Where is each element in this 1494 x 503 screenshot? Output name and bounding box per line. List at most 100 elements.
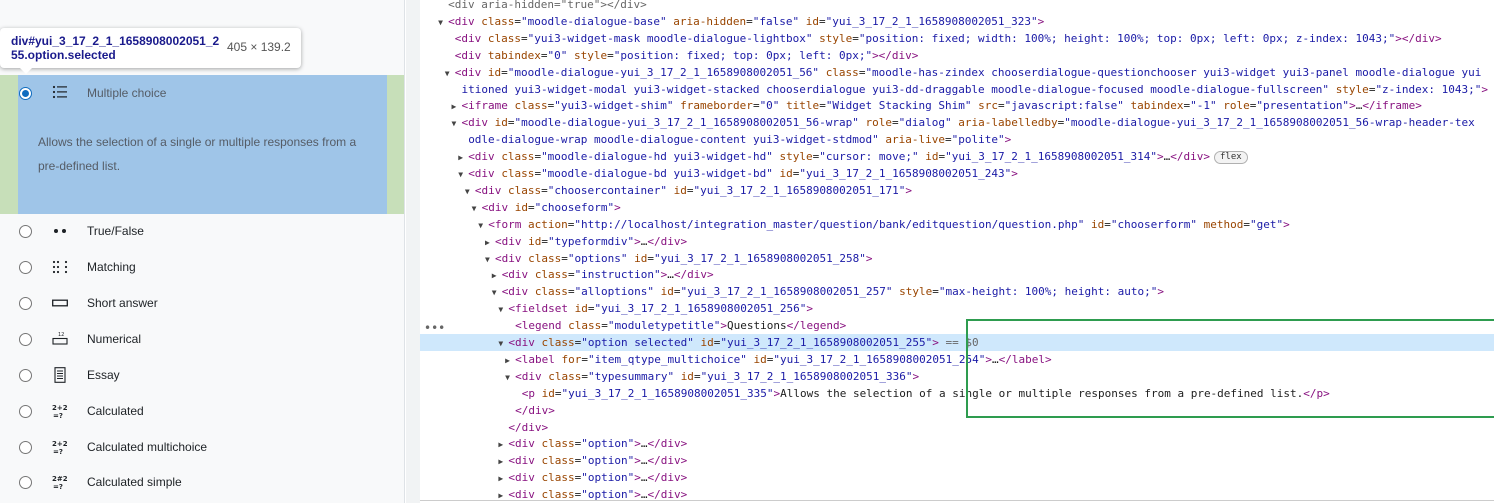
option-calculated[interactable]: 2+2 =? Calculated [0, 394, 405, 430]
dom-node-markup: <fieldset id="yui_3_17_2_1_1658908002051… [508, 302, 814, 316]
expand-toggle-icon[interactable]: ▶ [498, 453, 508, 470]
dom-node-line[interactable]: ▼ <div id="chooseform"> [420, 199, 1494, 216]
dom-node-line[interactable]: itioned yui3-widget-modal yui3-widget-st… [420, 81, 1494, 98]
dom-node-line[interactable]: ▶ <div class="moodle-dialogue-hd yui3-wid… [420, 148, 1494, 165]
expand-toggle-icon[interactable]: ▶ [452, 98, 462, 115]
dom-node-line[interactable]: ▶ <div class="option">…</div> [420, 469, 1494, 486]
label-essay: Essay [87, 368, 120, 382]
expand-toggle-icon[interactable]: ▶ [492, 267, 502, 284]
dom-node-line[interactable]: ▼ <div class="typesummary" id="yui_3_17_2… [420, 368, 1494, 385]
dom-node-line[interactable]: </div> [420, 402, 1494, 419]
more-actions-dots[interactable]: ••• [424, 321, 445, 335]
dom-node-line[interactable]: ▼ <div class="options" id="yui_3_17_2_1_1… [420, 250, 1494, 267]
dom-node-line[interactable]: ▼ <div id="moodle-dialogue-yui_3_17_2_1_1… [420, 64, 1494, 81]
dom-node-line[interactable]: ▼ <div class="moodle-dialogue-bd yui3-wid… [420, 165, 1494, 182]
expand-toggle-icon[interactable]: ▶ [458, 149, 468, 166]
option-numerical[interactable]: 12 Numerical [0, 322, 405, 358]
dom-node-line[interactable]: ▼ <div class="moodle-dialogue-base" aria-… [420, 13, 1494, 30]
calculated-multi-icon: 2+2 =? [52, 439, 68, 456]
dom-node-line[interactable]: <div tabindex="0" style="position: fixed… [420, 47, 1494, 64]
expand-toggle-icon[interactable]: ▼ [498, 301, 508, 318]
multiple-choice-radio[interactable] [19, 87, 32, 100]
dom-node-markup: odle-dialogue-wrap moodle-dialogue-conte… [468, 133, 1012, 147]
dom-node-line[interactable]: odle-dialogue-wrap moodle-dialogue-conte… [420, 131, 1494, 148]
dom-node-line[interactable]: ▼ <fieldset id="yui_3_17_2_1_165890800205… [420, 300, 1494, 317]
dom-node-markup: <div id="typeformdiv">…</div> [495, 234, 688, 248]
dom-node-markup: <div class="options" id="yui_3_17_2_1_16… [495, 251, 873, 265]
option-multiple-choice-selected[interactable]: Multiple choice Allows the selection of … [0, 75, 405, 214]
expand-toggle-icon[interactable]: ▼ [478, 217, 488, 234]
expand-toggle-icon[interactable]: ▼ [438, 14, 448, 31]
option-essay[interactable]: Essay [0, 358, 405, 394]
radio-numerical[interactable] [19, 333, 32, 346]
expand-toggle-icon[interactable]: ▼ [485, 251, 495, 268]
dom-node-markup: <div class="option">…</div> [508, 437, 688, 451]
dom-node-line[interactable]: ▼ <div class="alloptions" id="yui_3_17_2_… [420, 283, 1494, 300]
dom-node-line[interactable]: ▶ <div id="typeformdiv">…</div> [420, 233, 1494, 250]
expand-toggle-icon[interactable]: ▼ [445, 65, 455, 82]
option-calculated-simple[interactable]: 2#2 =? Calculated simple [0, 465, 405, 501]
radio-calculated[interactable] [19, 405, 32, 418]
svg-text:=?: =? [53, 448, 63, 455]
dom-node-line[interactable]: </div> [420, 419, 1494, 436]
expand-toggle-icon[interactable]: ▼ [452, 115, 462, 132]
document-icon [52, 367, 68, 383]
expand-toggle-icon[interactable]: ▼ [458, 166, 468, 183]
dom-node-line[interactable]: ▼ <div id="moodle-dialogue-yui_3_17_2_1_1… [420, 114, 1494, 131]
radio-matching[interactable] [19, 261, 32, 274]
dom-node-selected[interactable]: ▼ <div class="option selected" id="yui_3_… [420, 334, 1494, 351]
dom-node-line[interactable]: <legend class="moduletypetitle">Question… [420, 317, 1494, 334]
option-true-false[interactable]: True/False [0, 214, 405, 250]
dom-node-line[interactable]: ▼ <div class="choosercontainer" id="yui_3… [420, 182, 1494, 199]
radio-essay[interactable] [19, 369, 32, 382]
calculated-icon: 2+2 =? [52, 403, 68, 420]
svg-text:=?: =? [53, 483, 63, 490]
radio-calculated-multichoice[interactable] [19, 441, 32, 454]
dom-node-markup: <label for="item_qtype_multichoice" id="… [515, 352, 1052, 366]
dom-node-line[interactable]: ▶ <div class="instruction">…</div> [420, 266, 1494, 283]
expand-toggle-icon[interactable]: ▼ [505, 369, 515, 386]
dom-node-markup: <div tabindex="0" style="position: fixed… [454, 48, 919, 62]
expand-toggle-icon[interactable]: ▶ [498, 470, 508, 487]
radio-calculated-simple[interactable] [19, 476, 32, 489]
dom-node-line[interactable]: ▶ <div class="option">…</div> [420, 435, 1494, 452]
dom-node-line[interactable]: ▶ <label for="item_qtype_multichoice" id=… [420, 351, 1494, 368]
expand-toggle-icon[interactable]: ▼ [472, 200, 482, 217]
dom-node-markup: itioned yui3-widget-modal yui3-widget-st… [461, 82, 1489, 96]
dom-node-line[interactable]: <div aria-hidden="true"></div> [420, 0, 1494, 13]
expand-toggle-icon[interactable]: ▶ [505, 352, 515, 369]
label-short-answer: Short answer [87, 296, 158, 310]
dom-node-line[interactable]: ▼ <form action="http://localhost/integrat… [420, 216, 1494, 233]
devtools-elements-panel: <div aria-hidden="true"></div> ▼ <div clas… [406, 0, 1494, 503]
dom-node-line[interactable]: ▶ <iframe class="yui3-widget-shim" frameb… [420, 97, 1494, 114]
dom-node-markup: <div class="typesummary" id="yui_3_17_2_… [515, 369, 920, 383]
label-calculated-simple: Calculated simple [87, 475, 182, 489]
dom-node-line[interactable]: <p id="yui_3_17_2_1_1658908002051_335">A… [420, 385, 1494, 402]
expand-toggle-icon[interactable]: ▼ [465, 183, 475, 200]
option-calculated-multichoice[interactable]: 2+2 =? Calculated multichoice [0, 430, 405, 466]
option-matching[interactable]: Matching [0, 250, 405, 286]
numerical-icon: 12 [52, 331, 68, 347]
label-matching: Matching [87, 260, 136, 274]
multiple-choice-summary: Allows the selection of a single or mult… [38, 135, 357, 173]
dom-node-markup: <div class="moodle-dialogue-bd yui3-widg… [468, 167, 1018, 180]
dom-node-line[interactable]: ▶ <div class="option">…</div> [420, 452, 1494, 469]
label-calculated: Calculated [87, 404, 144, 418]
dom-node-markup: <div class="moodle-dialogue-hd yui3-widg… [468, 150, 1248, 165]
expand-toggle-icon[interactable]: ▶ [485, 234, 495, 251]
list-icon [52, 85, 68, 104]
grid-dots-icon [52, 259, 68, 275]
radio-true-false[interactable] [19, 225, 32, 238]
expand-toggle-icon[interactable]: ▼ [492, 284, 502, 301]
dom-node-markup: <iframe class="yui3-widget-shim" framebo… [461, 99, 1422, 113]
dom-node-line[interactable]: <div class="yui3-widget-mask moodle-dial… [420, 30, 1494, 47]
option-short-answer[interactable]: Short answer [0, 286, 405, 322]
expand-toggle-icon[interactable]: ▼ [498, 335, 508, 352]
dom-node-markup: <p id="yui_3_17_2_1_1658908002051_335">A… [521, 386, 1330, 400]
dom-node-markup: <div id="moodle-dialogue-yui_3_17_2_1_16… [454, 65, 1482, 79]
dom-node-markup: </div> [508, 420, 549, 434]
devtools-gutter [406, 0, 420, 503]
expand-toggle-icon[interactable]: ▶ [498, 436, 508, 453]
radio-short-answer[interactable] [19, 297, 32, 310]
label-calculated-multichoice: Calculated multichoice [87, 440, 208, 454]
